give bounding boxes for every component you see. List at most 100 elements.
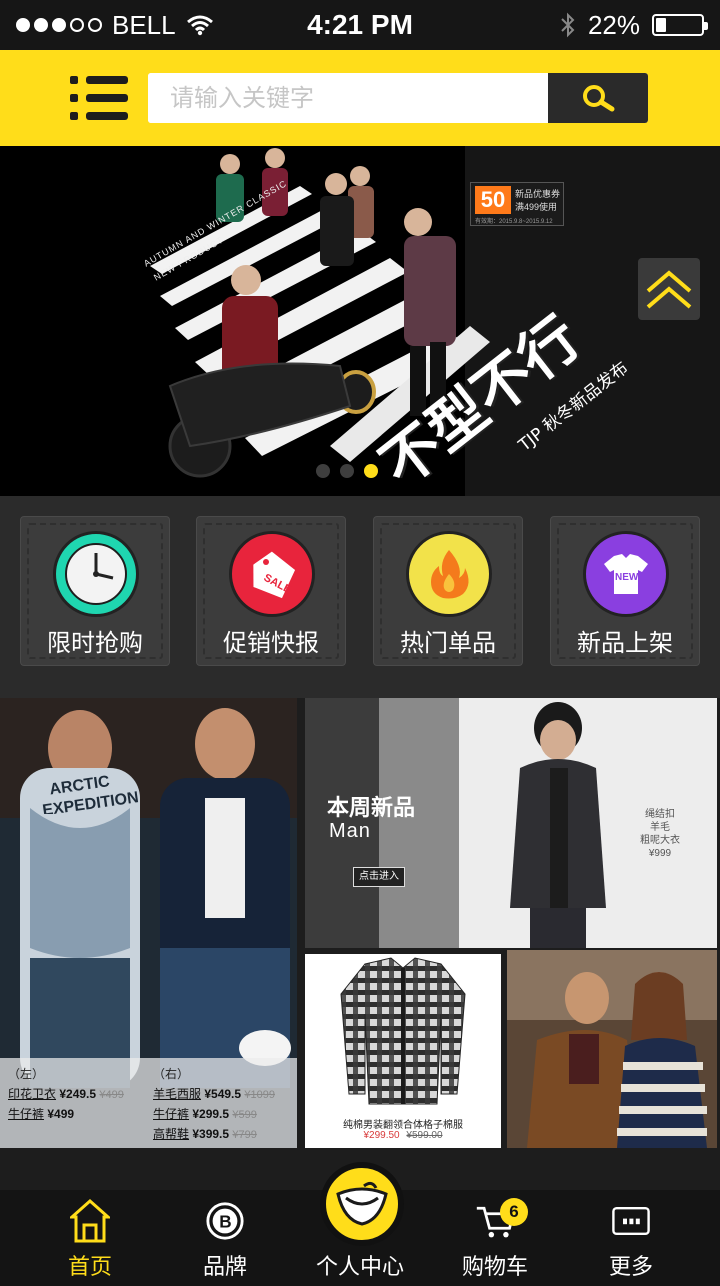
sale-tag-icon: SALE — [229, 531, 315, 617]
clock-icon — [53, 531, 139, 617]
tab-brand[interactable]: B 品牌 — [170, 1190, 280, 1286]
item-old-price: ¥499 — [99, 1089, 124, 1101]
status-right: 22% — [560, 9, 708, 41]
price-row[interactable]: 羊毛西服 ¥549.5 ¥1099 — [153, 1084, 275, 1104]
carrier-name: BELL — [112, 9, 176, 40]
left-model-prices: （左） 印花卫衣 ¥249.5 ¥499 牛仔裤 ¥499 — [8, 1064, 124, 1124]
item-price: ¥499 — [47, 1107, 75, 1121]
weekly-new-title: 本周新品 — [327, 796, 416, 821]
more-icon — [611, 1198, 651, 1244]
battery-percent: 22% — [587, 9, 640, 40]
search-icon — [583, 85, 615, 112]
item-name: 高帮鞋 — [153, 1127, 190, 1141]
home-icon — [70, 1198, 110, 1244]
shirt-old-price: ¥599.00 — [406, 1130, 443, 1141]
item-name: 印花卫衣 — [8, 1087, 57, 1101]
search-input[interactable] — [148, 73, 548, 123]
tab-profile-center[interactable]: 个人中心 — [305, 1162, 415, 1286]
shirt-name: 纯棉男装翻领合体格子棉服 — [343, 1120, 463, 1131]
promo-banner[interactable]: 50 新品优惠券 满499使用 有效期：2015.9.8~2015.9.12 A… — [0, 146, 720, 496]
svg-text:B: B — [219, 1212, 231, 1232]
desc-line: 绳结扣 — [645, 809, 675, 820]
cart-badge: 6 — [500, 1198, 528, 1226]
feature-price-panel: （左） 印花卫衣 ¥249.5 ¥499 牛仔裤 ¥499 （右） 羊毛西服 ¥… — [0, 1058, 297, 1148]
tab-label: 首页 — [67, 1255, 112, 1280]
status-bar: BELL 4:21 PM 22% — [0, 0, 720, 50]
product-grid: ARCTIC EXPEDITION （左） 印花卫衣 ¥249.5 ¥499 牛… — [0, 698, 720, 1148]
desc-line: 羊毛 — [650, 822, 670, 833]
tab-label: 更多 — [608, 1255, 653, 1280]
couple-photo — [507, 950, 717, 1148]
item-name: 羊毛西服 — [153, 1087, 202, 1101]
coat-description: 绳结扣 羊毛 粗呢大衣 ¥999 — [625, 808, 695, 860]
bottom-tab-bar: 首页 B 品牌 个人中心 6 购物车 更多 — [0, 1162, 720, 1286]
item-old-price: ¥599 — [232, 1109, 257, 1121]
item-price: ¥299.5 — [192, 1107, 230, 1121]
couple-product-card[interactable] — [507, 950, 717, 1148]
search-button[interactable] — [548, 73, 648, 123]
search-bar — [148, 73, 648, 123]
price-tag-left: （左） — [8, 1067, 45, 1081]
new-tshirt-icon: NEW — [583, 531, 669, 617]
coupon-amount: 50 — [475, 186, 511, 214]
coat-model-photo — [510, 702, 606, 948]
list-menu-icon[interactable] — [70, 76, 128, 120]
price-row[interactable]: 牛仔裤 ¥499 — [8, 1104, 124, 1124]
category-promo-news[interactable]: SALE 促销快报 — [196, 516, 346, 666]
price-row[interactable]: 高帮鞋 ¥399.5 ¥799 — [153, 1124, 275, 1144]
tab-cart[interactable]: 6 购物车 — [440, 1190, 550, 1286]
category-label: 限时抢购 — [47, 629, 143, 657]
weekly-new-card[interactable]: 本周新品 Man 点击进入 绳结扣 羊毛 粗呢大衣 ¥999 — [305, 698, 717, 948]
item-price: ¥399.5 — [192, 1127, 230, 1141]
desc-line: 粗呢大衣 — [640, 835, 680, 846]
wifi-icon — [186, 15, 213, 36]
tab-label: 品牌 — [202, 1255, 247, 1280]
pagination-dot[interactable] — [316, 464, 330, 478]
category-hot-items[interactable]: 热门单品 — [373, 516, 523, 666]
category-label: 促销快报 — [223, 629, 319, 657]
category-label: 热门单品 — [400, 629, 496, 657]
brand-b-icon: B — [205, 1198, 245, 1244]
battery-icon — [652, 14, 708, 36]
plaid-shirt-photo — [340, 957, 466, 1105]
double-chevron-up-icon — [646, 270, 692, 309]
bluetooth-icon — [561, 12, 575, 38]
category-new-arrivals[interactable]: NEW 新品上架 — [550, 516, 700, 666]
shirt-print: ARCTIC EXPEDITION — [42, 774, 140, 814]
shirt-product-card[interactable]: 纯棉男装翻领合体格子棉服 ¥299.50 ¥599.00 — [305, 954, 501, 1148]
enter-button[interactable]: 点击进入 — [353, 867, 405, 887]
svg-text:NEW: NEW — [615, 572, 639, 583]
coupon-badge[interactable]: 50 新品优惠券 满499使用 有效期：2015.9.8~2015.9.12 — [470, 182, 564, 226]
item-name: 牛仔裤 — [8, 1107, 45, 1121]
shirt-price: ¥299.50 ¥599.00 — [305, 1130, 501, 1141]
price-row[interactable]: 牛仔裤 ¥299.5 ¥599 — [153, 1104, 275, 1124]
pagination-dot-active[interactable] — [364, 464, 378, 478]
pagination-dot[interactable] — [340, 464, 354, 478]
signal-dots-icon — [16, 18, 102, 32]
weekly-new-stripe — [379, 698, 459, 948]
coupon-line1: 新品优惠券 — [515, 189, 561, 199]
item-price: ¥249.5 — [59, 1087, 97, 1101]
coupon-validity: 有效期：2015.9.8~2015.9.12 — [475, 219, 553, 225]
banner-pagination — [316, 464, 378, 478]
category-flash-sale[interactable]: 限时抢购 — [20, 516, 170, 666]
category-section: 限时抢购 SALE 促销快报 热门单品 NEW 新品上架 — [0, 496, 720, 698]
item-name: 牛仔裤 — [153, 1107, 190, 1121]
right-model-prices: （右） 羊毛西服 ¥549.5 ¥1099 牛仔裤 ¥299.5 ¥599 高帮… — [153, 1064, 275, 1144]
desc-line: ¥999 — [648, 848, 672, 859]
item-price: ¥549.5 — [204, 1087, 242, 1101]
item-old-price: ¥799 — [232, 1129, 257, 1141]
weekly-new-subtitle: Man — [329, 820, 371, 842]
price-tag-right: （右） — [153, 1067, 190, 1081]
price-row[interactable]: 印花卫衣 ¥249.5 ¥499 — [8, 1084, 124, 1104]
category-label: 新品上架 — [577, 629, 673, 657]
tab-more[interactable]: 更多 — [576, 1190, 686, 1286]
flame-icon — [406, 531, 492, 617]
profile-center-icon — [320, 1162, 404, 1246]
banner-image — [0, 146, 720, 496]
tab-home[interactable]: 首页 — [35, 1190, 145, 1286]
scroll-top-button[interactable] — [638, 258, 700, 320]
search-header — [0, 50, 720, 146]
feature-product-card[interactable]: ARCTIC EXPEDITION （左） 印花卫衣 ¥249.5 ¥499 牛… — [0, 698, 297, 1148]
tab-label: 购物车 — [461, 1255, 528, 1280]
